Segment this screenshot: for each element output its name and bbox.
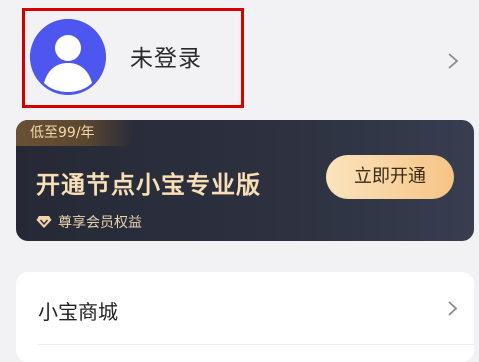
- chevron-right-icon[interactable]: [446, 52, 460, 70]
- vip-upgrade-card[interactable]: 低至99/年 开通节点小宝专业版 尊享会员权益 立即开通: [16, 120, 474, 241]
- benefit-label: 尊享会员权益: [58, 215, 142, 231]
- open-now-button[interactable]: 立即开通: [326, 155, 454, 199]
- menu-divider: [38, 344, 474, 345]
- menu-item-label: 小宝商城: [38, 300, 118, 324]
- price-tag: 低至99/年: [16, 120, 134, 146]
- menu-card: 小宝商城: [16, 272, 474, 362]
- menu-item-mall[interactable]: 小宝商城: [16, 272, 474, 344]
- highlight-box: [22, 8, 244, 108]
- profile-row[interactable]: 未登录: [0, 0, 479, 120]
- benefit-row: 尊享会员权益: [36, 211, 142, 233]
- diamond-icon: [36, 216, 52, 228]
- chevron-right-icon: [448, 301, 458, 316]
- vip-title: 开通节点小宝专业版: [36, 171, 261, 199]
